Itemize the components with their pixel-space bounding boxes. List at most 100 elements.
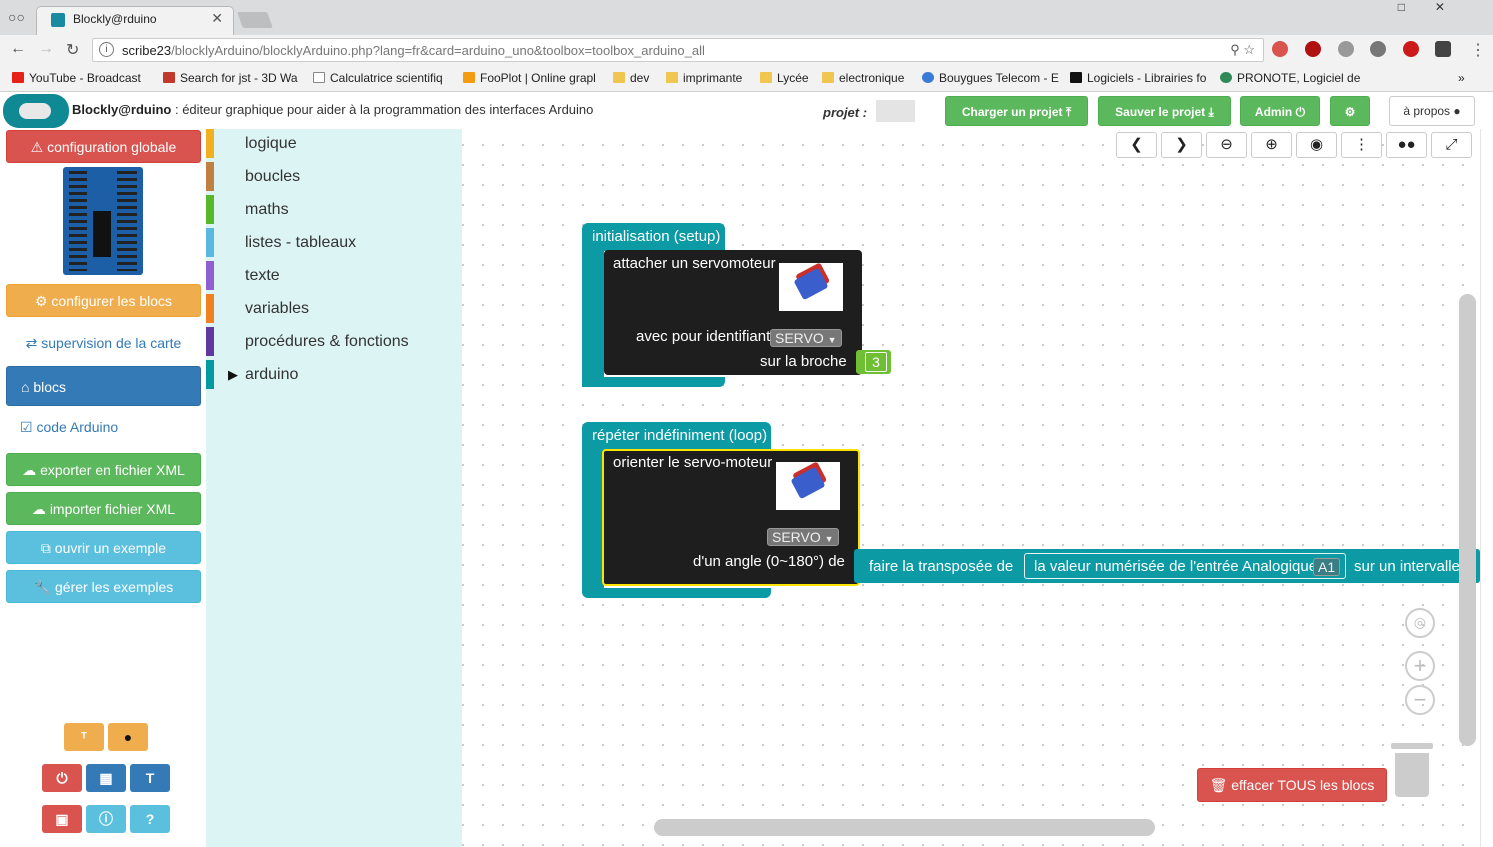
font-button[interactable]: T xyxy=(130,764,170,792)
bookmark-item[interactable]: Calculatrice scientifiq xyxy=(313,71,443,85)
servo-dropdown[interactable]: SERVO ▼ xyxy=(767,528,839,546)
browser-menu-icon[interactable]: ⋮ xyxy=(1470,40,1486,60)
app-header: Blockly@rduino : éditeur graphique pour … xyxy=(0,92,1493,129)
info-icon: ⓘ xyxy=(99,811,113,827)
redo-button[interactable]: ❯ xyxy=(1161,132,1202,158)
grid-button[interactable]: ▦ xyxy=(86,764,126,792)
wrench-icon: 🔧 xyxy=(33,579,52,595)
import-xml-button[interactable]: ☁ importer fichier XML xyxy=(6,492,201,525)
extension-icon[interactable] xyxy=(1435,41,1451,57)
browser-tab[interactable]: Blockly@rduino ✕ xyxy=(36,6,234,35)
arduino-code-tab[interactable]: ☑ code Arduino xyxy=(6,411,201,444)
bookmark-item[interactable]: FooPlot | Online grapl xyxy=(463,71,596,85)
project-name-input[interactable] xyxy=(876,100,915,122)
incognito-icon[interactable]: ○○ xyxy=(8,9,25,25)
clear-all-blocks-button[interactable]: 🗑 effacer TOUS les blocs xyxy=(1197,768,1387,802)
url-input[interactable]: i scribe23/blocklyArduino/blocklyArduino… xyxy=(92,38,1264,62)
horizontal-scrollbar[interactable] xyxy=(654,819,1155,836)
extension-icon[interactable] xyxy=(1370,41,1386,57)
new-tab-button[interactable] xyxy=(237,12,273,28)
toolbox-category-texte[interactable]: texte xyxy=(206,261,462,290)
supervision-link[interactable]: ⇄ supervision de la carte xyxy=(6,327,201,360)
about-button[interactable]: à propos ● xyxy=(1389,96,1475,126)
global-config-button[interactable]: ⚠ configuration globale xyxy=(6,130,201,163)
warning-icon: ⚠ xyxy=(30,139,44,155)
bookmark-item[interactable]: PRONOTE, Logiciel de xyxy=(1220,71,1360,85)
extension-icon[interactable] xyxy=(1403,41,1419,57)
window-controls[interactable]: □✕ xyxy=(1398,0,1475,14)
preview-button[interactable]: ◉ xyxy=(1296,132,1337,158)
load-project-button[interactable]: Charger un projet ⤒ xyxy=(945,96,1088,126)
toolbox-category-maths[interactable]: maths xyxy=(206,195,462,224)
open-example-button[interactable]: ⧉ ouvrir un exemple xyxy=(6,531,201,564)
configure-blocks-button[interactable]: ⚙ configurer les blocs xyxy=(6,284,201,317)
toolbox-category-listes[interactable]: listes - tableaux xyxy=(206,228,462,257)
servo-image xyxy=(776,462,840,510)
more-bookmarks-icon[interactable]: » xyxy=(1458,71,1465,85)
bookmark-item[interactable]: Search for jst - 3D Wa xyxy=(163,71,298,85)
toolbox-category-boucles[interactable]: boucles xyxy=(206,162,462,191)
fullscreen-button[interactable]: ⤢ xyxy=(1431,132,1472,158)
text-size-button[interactable]: ᵀ xyxy=(64,723,104,751)
transpose-label: faire la transposée de xyxy=(869,558,1014,575)
with-id-label: avec pour identifiant xyxy=(636,328,771,345)
zoom-minus-icon[interactable]: − xyxy=(1405,685,1435,715)
zoom-plus-icon[interactable]: + xyxy=(1405,651,1435,681)
color-theme-button[interactable]: ● xyxy=(108,723,148,751)
reload-icon[interactable]: ↻ xyxy=(66,40,79,60)
power-button[interactable]: ⏻ xyxy=(42,764,82,792)
zoom-in-button[interactable]: ⊕ xyxy=(1251,132,1292,158)
save-project-button[interactable]: Sauver le projet ⤓ xyxy=(1098,96,1231,126)
bookmark-item[interactable]: YouTube - Broadcast xyxy=(12,71,141,85)
page-title: Blockly@rduino : éditeur graphique pour … xyxy=(72,102,594,117)
zoom-out-button[interactable]: ⊖ xyxy=(1206,132,1247,158)
blockly-workspace[interactable]: ❮ ❯ ⊖ ⊕ ◉ ⋮ ●● ⤢ initialisation (setup) … xyxy=(462,129,1480,847)
extension-icon[interactable] xyxy=(1305,41,1321,57)
admin-button[interactable]: Admin ⏻ xyxy=(1240,96,1320,126)
info-button[interactable]: ⓘ xyxy=(86,805,126,833)
analog-pin-dropdown[interactable]: A1 xyxy=(1313,558,1341,576)
bookmark-folder[interactable]: dev xyxy=(613,71,649,85)
settings-button[interactable]: ⚙ xyxy=(1330,96,1370,126)
bookmark-item[interactable]: Bouygues Telecom - E xyxy=(922,71,1059,85)
back-icon[interactable]: ← xyxy=(10,40,26,58)
blocks-tab[interactable]: ⌂ blocs xyxy=(6,366,201,406)
bookmark-folder[interactable]: Lycée xyxy=(760,71,809,85)
bookmark-item[interactable]: Logiciels - Librairies fo xyxy=(1070,71,1206,85)
extension-icon[interactable] xyxy=(1338,41,1354,57)
dropdown-arrow-icon: ▼ xyxy=(824,534,834,544)
extension-icon[interactable] xyxy=(1272,41,1288,57)
user-icon: ● xyxy=(1453,104,1461,118)
vertical-scrollbar[interactable] xyxy=(1459,294,1476,746)
manage-examples-button[interactable]: 🔧 gérer les exemples xyxy=(6,570,201,603)
bookmark-folder[interactable]: imprimante xyxy=(666,71,742,85)
bookmark-folder[interactable]: electronique xyxy=(822,71,904,85)
blocks-toolbox: logique boucles maths listes - tableaux … xyxy=(206,129,462,847)
glasses-button[interactable]: ●● xyxy=(1386,132,1427,158)
undo-button[interactable]: ❮ xyxy=(1116,132,1157,158)
recenter-icon[interactable]: ◎ xyxy=(1405,608,1435,638)
pin-number-field[interactable]: 3 xyxy=(865,352,887,372)
toolbox-category-logique[interactable]: logique xyxy=(206,129,462,158)
export-xml-button[interactable]: ☁ exporter en fichier XML xyxy=(6,453,201,486)
power-icon: ⏻ xyxy=(56,770,68,786)
play-icon: ▣ xyxy=(55,811,69,827)
bookmark-star-icon[interactable]: ⚲ ☆ xyxy=(1230,42,1255,58)
cloud-download-icon: ☁ xyxy=(22,462,37,478)
toolbox-category-arduino[interactable]: ▶ arduino xyxy=(206,360,462,389)
forward-icon[interactable]: → xyxy=(38,40,54,58)
help-button[interactable]: ? xyxy=(130,805,170,833)
trash-icon[interactable] xyxy=(1391,743,1433,799)
toolbox-category-variables[interactable]: variables xyxy=(206,294,462,323)
arduino-board-image xyxy=(63,167,143,275)
exchange-icon: ⇄ xyxy=(25,335,38,351)
arduino-logo xyxy=(3,94,69,128)
video-button[interactable]: ▣ xyxy=(42,805,82,833)
tab-close-icon[interactable]: ✕ xyxy=(211,10,223,27)
toolbox-category-procedures[interactable]: procédures & fonctions xyxy=(206,327,462,356)
home-icon: ⌂ xyxy=(21,379,30,395)
more-options-button[interactable]: ⋮ xyxy=(1341,132,1382,158)
download-icon: ⤓ xyxy=(1208,105,1214,119)
site-info-icon[interactable]: i xyxy=(99,42,114,57)
servo-dropdown[interactable]: SERVO ▼ xyxy=(770,329,842,347)
